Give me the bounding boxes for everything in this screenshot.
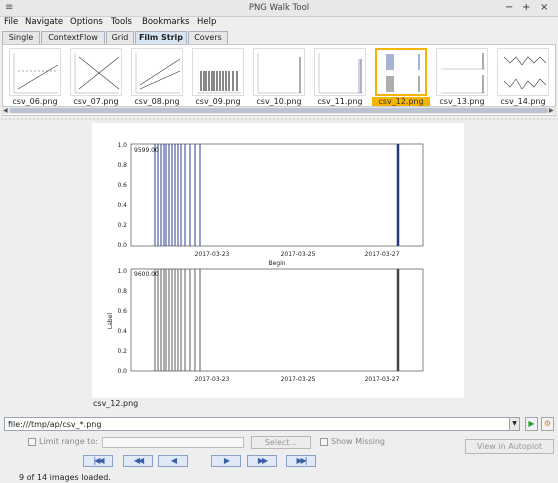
- go-button[interactable]: ▶: [525, 417, 538, 431]
- thumbnail[interactable]: csv_11.png: [311, 48, 369, 106]
- show-missing-checkbox[interactable]: [320, 438, 328, 446]
- thumbnail-label: csv_11.png: [317, 97, 363, 106]
- menu-bookmarks[interactable]: Bookmarks: [142, 17, 190, 27]
- thumbnail-label: csv_14.png: [500, 97, 546, 106]
- y-tick: 0.4: [117, 202, 127, 209]
- y-tick: 0.0: [117, 242, 127, 249]
- menu-help[interactable]: Help: [197, 17, 216, 27]
- previous-button[interactable]: ◀: [158, 455, 188, 467]
- y-tick: 0.8: [117, 162, 127, 169]
- thumbnail[interactable]: csv_13.png: [433, 48, 491, 106]
- bookmark-icon[interactable]: ⚙: [541, 417, 554, 431]
- tab-covers[interactable]: Covers: [188, 31, 228, 44]
- film-strip-scrollbar[interactable]: ◀ ▶: [2, 106, 556, 114]
- y-tick: 0.2: [117, 348, 127, 355]
- menu-navigate[interactable]: Navigate: [25, 17, 63, 27]
- y-axis-label: Label: [107, 313, 114, 330]
- next-button[interactable]: ▶: [211, 455, 241, 467]
- thumbnail-image: [497, 48, 549, 96]
- tab-film-strip[interactable]: Film Strip: [135, 31, 187, 44]
- main-image: 0.0 0.2 0.4 0.6 0.8 1.0 9599.00 2017-03-…: [92, 123, 464, 398]
- scroll-right-icon[interactable]: ▶: [549, 107, 554, 114]
- thumbnail-label: csv_12.png: [372, 97, 430, 106]
- url-value: file:///tmp/ap/csv_*.png: [8, 420, 102, 429]
- thumbnail-image: [375, 48, 427, 96]
- scroll-left-icon[interactable]: ◀: [3, 107, 8, 114]
- minimize-icon[interactable]: −: [505, 2, 513, 13]
- thumbnail[interactable]: csv_07.png: [67, 48, 125, 106]
- y-tick: 0.8: [117, 288, 127, 295]
- value-note: 9600.00: [134, 271, 159, 278]
- x-tick: 2017-03-23: [195, 251, 230, 258]
- menu-tools[interactable]: Tools: [111, 17, 132, 27]
- x-tick: 2017-03-27: [365, 376, 400, 383]
- thumbnail[interactable]: csv_08.png: [128, 48, 186, 106]
- last-page-button[interactable]: ▶▶|: [286, 455, 316, 467]
- url-dropdown-icon[interactable]: ▼: [509, 417, 520, 431]
- limit-range-checkbox[interactable]: [28, 438, 36, 446]
- y-tick: 0.4: [117, 328, 127, 335]
- menu-file[interactable]: File: [4, 17, 18, 27]
- x-axis-label: Begin: [268, 260, 285, 267]
- tab-grid[interactable]: Grid: [106, 31, 134, 44]
- close-icon[interactable]: ×: [540, 2, 548, 13]
- y-tick: 1.0: [117, 268, 127, 275]
- limit-range-label: Limit range to:: [39, 437, 98, 446]
- first-page-button[interactable]: |◀◀: [83, 455, 113, 467]
- x-tick: 2017-03-27: [365, 251, 400, 258]
- page-forward-button[interactable]: ▶▶: [247, 455, 277, 467]
- thumbnail-image: [314, 48, 366, 96]
- thumbnail[interactable]: csv_10.png: [250, 48, 308, 106]
- window-title: PNG Walk Tool: [248, 3, 310, 13]
- show-missing-label: Show Missing: [331, 437, 385, 446]
- y-tick: 0.6: [117, 308, 127, 315]
- y-tick: 0.0: [117, 368, 127, 375]
- thumbnail-image: [192, 48, 244, 96]
- page-back-button[interactable]: ◀◀: [123, 455, 153, 467]
- y-tick: 0.2: [117, 222, 127, 229]
- value-note: 9599.00: [134, 147, 159, 154]
- view-in-autoplot-button[interactable]: View in Autoplot: [465, 439, 554, 454]
- scrollbar-thumb[interactable]: [10, 108, 548, 113]
- thumbnail-image: [436, 48, 488, 96]
- split-pane-divider[interactable]: [0, 117, 558, 121]
- thumbnail-label: csv_13.png: [439, 97, 485, 106]
- select-button[interactable]: Select...: [251, 436, 311, 449]
- thumbnail-label: csv_09.png: [195, 97, 241, 106]
- thumbnail-selected[interactable]: csv_12.png: [372, 48, 430, 106]
- thumbnail-image: [131, 48, 183, 96]
- thumbnail-label: csv_08.png: [134, 97, 180, 106]
- thumbnail-label: csv_07.png: [73, 97, 119, 106]
- thumbnail-image: [9, 48, 61, 96]
- thumbnail-image: [70, 48, 122, 96]
- title-bar: ≡ PNG Walk Tool − + ×: [0, 0, 558, 17]
- tab-single[interactable]: Single: [2, 31, 40, 44]
- maximize-icon[interactable]: +: [522, 2, 530, 13]
- thumbnail-image: [253, 48, 305, 96]
- menu-options[interactable]: Options: [70, 17, 103, 27]
- limit-range-input[interactable]: [102, 437, 244, 448]
- tab-contextflow[interactable]: ContextFlow: [41, 31, 105, 44]
- thumbnail[interactable]: csv_09.png: [189, 48, 247, 106]
- x-tick: 2017-03-23: [195, 376, 230, 383]
- y-tick: 1.0: [117, 142, 127, 149]
- thumbnail-label: csv_06.png: [12, 97, 58, 106]
- thumbnail[interactable]: csv_14.png: [494, 48, 552, 106]
- main-image-plot: 0.0 0.2 0.4 0.6 0.8 1.0 9599.00 2017-03-…: [107, 142, 424, 383]
- thumbnail[interactable]: csv_06.png: [6, 48, 64, 106]
- status-text: 9 of 14 images loaded.: [19, 473, 111, 482]
- url-input[interactable]: file:///tmp/ap/csv_*.png: [4, 417, 520, 431]
- menu-bar: File Navigate Options Tools Bookmarks He…: [0, 17, 558, 30]
- y-tick: 0.6: [117, 182, 127, 189]
- thumbnail-label: csv_10.png: [256, 97, 302, 106]
- x-tick: 2017-03-25: [281, 376, 316, 383]
- x-tick: 2017-03-25: [281, 251, 316, 258]
- main-image-caption: csv_12.png: [93, 399, 139, 408]
